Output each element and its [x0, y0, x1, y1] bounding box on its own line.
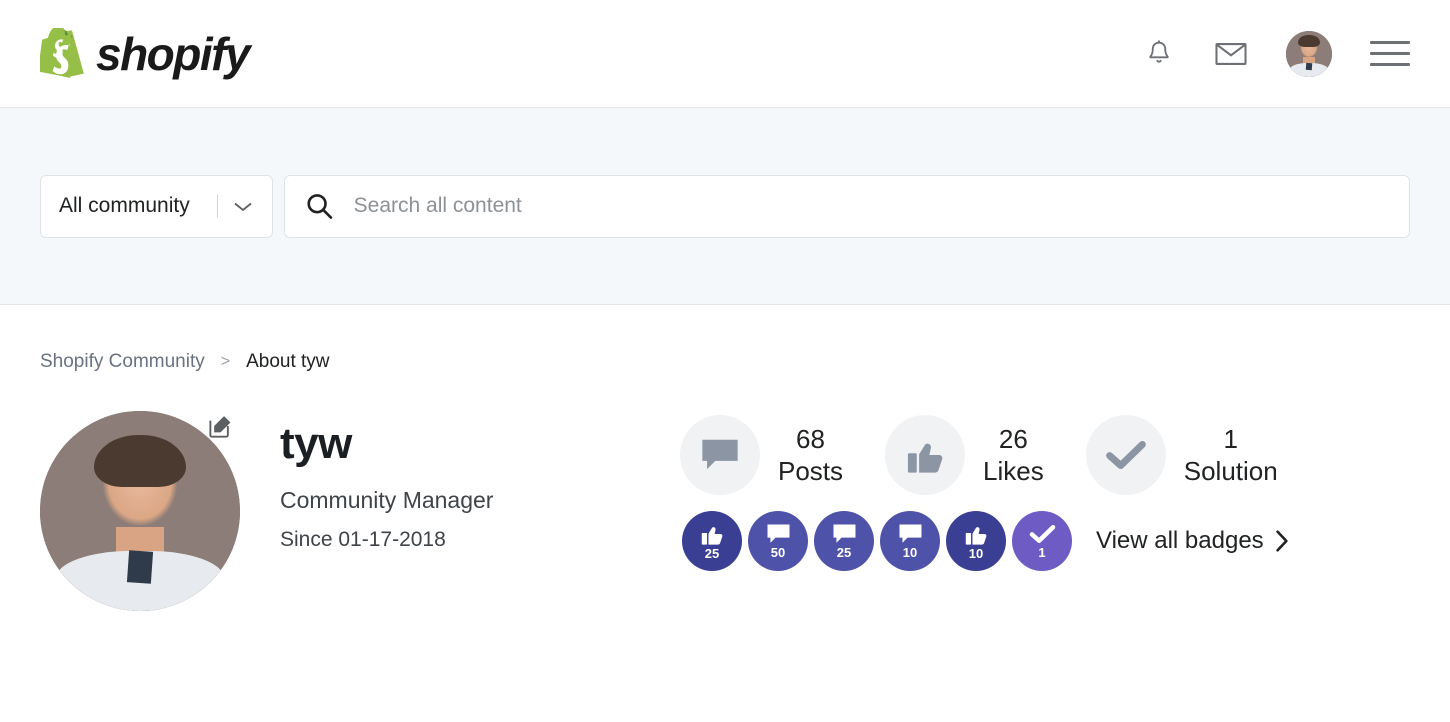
badge-item[interactable]: 25: [682, 511, 742, 571]
search-scope-label: All community: [59, 194, 190, 217]
thumbs-up-icon: [701, 527, 723, 545]
profile-identity: tyw Community Manager Since 01-17-2018: [280, 411, 680, 611]
view-all-badges-label: View all badges: [1096, 527, 1264, 554]
speech-bubble-icon: [680, 415, 760, 495]
breadcrumb-separator: >: [220, 353, 231, 370]
badge-count: 50: [770, 545, 786, 560]
search-field-wrapper[interactable]: [284, 174, 1410, 238]
search-scope-dropdown[interactable]: All community: [40, 174, 273, 238]
check-icon: [1029, 525, 1055, 543]
main-content: Shopify Community > About tyw tyw Commun…: [0, 305, 1450, 611]
badge-item[interactable]: 50: [748, 511, 808, 571]
page-title: tyw: [280, 419, 352, 468]
profile-stats-area: 68 Posts 26 Likes 1 Solution 25 50 25 10…: [680, 411, 1410, 611]
stat-likes-label: Likes: [983, 456, 1044, 486]
search-input[interactable]: [353, 194, 1389, 218]
stat-posts-label: Posts: [778, 456, 844, 486]
badge-count: 1: [1038, 545, 1046, 560]
shopify-wordmark: shopify: [96, 27, 251, 80]
speech-bubble-icon: [767, 524, 789, 543]
bell-icon[interactable]: [1142, 37, 1176, 71]
badge-item[interactable]: 1: [1012, 511, 1072, 571]
search-icon: [307, 194, 333, 219]
speech-bubble-icon: [833, 524, 855, 543]
stat-likes: 26 Likes: [885, 415, 1044, 495]
breadcrumb: Shopify Community > About tyw: [40, 305, 1410, 373]
profile-member-since: Since 01-17-2018: [280, 528, 446, 552]
profile-header: tyw Community Manager Since 01-17-2018 6…: [40, 411, 1410, 611]
breadcrumb-root-link[interactable]: Shopify Community: [40, 351, 205, 373]
stat-solutions-label: Solution: [1183, 456, 1278, 486]
top-navigation-bar: shopify: [0, 0, 1450, 108]
thumbs-up-icon: [965, 527, 987, 545]
view-all-badges-link[interactable]: View all badges: [1096, 527, 1290, 555]
profile-role: Community Manager: [280, 487, 494, 514]
profile-avatar-block: [40, 411, 280, 611]
badge-item[interactable]: 10: [880, 511, 940, 571]
divider: [217, 194, 218, 218]
badge-count: 10: [902, 545, 918, 560]
badge-count: 10: [968, 546, 984, 561]
breadcrumb-current: About tyw: [246, 351, 330, 372]
badge-item[interactable]: 25: [814, 511, 874, 571]
avatar-photo: [1286, 30, 1332, 77]
search-bar-section: All community: [0, 108, 1450, 305]
check-icon: [1085, 415, 1166, 495]
stat-posts: 68 Posts: [680, 415, 843, 495]
thumbs-up-icon: [885, 415, 966, 495]
speech-bubble-icon: [899, 524, 921, 543]
stat-solutions-count: 1: [1223, 423, 1238, 454]
envelope-icon[interactable]: [1214, 37, 1248, 71]
avatar[interactable]: [1286, 30, 1332, 77]
stats-row: 68 Posts 26 Likes 1 Solution: [680, 415, 1410, 495]
badge-count: 25: [836, 545, 852, 560]
badge-count: 25: [704, 546, 720, 561]
chevron-down-icon: [234, 202, 252, 212]
shopify-bag-icon: [40, 27, 84, 78]
stat-likes-count: 26: [998, 423, 1028, 454]
top-nav-actions: [1142, 30, 1410, 77]
edit-pencil-icon[interactable]: [208, 413, 234, 444]
badge-item[interactable]: 10: [946, 511, 1006, 571]
chevron-right-icon: [1275, 530, 1288, 552]
badges-row: 25 50 25 10 10 1 View all badges: [682, 511, 1410, 571]
shopify-logo[interactable]: shopify: [40, 27, 251, 80]
stat-posts-count: 68: [796, 423, 825, 454]
stat-solutions: 1 Solution: [1085, 415, 1278, 495]
hamburger-menu-icon[interactable]: [1370, 39, 1410, 69]
